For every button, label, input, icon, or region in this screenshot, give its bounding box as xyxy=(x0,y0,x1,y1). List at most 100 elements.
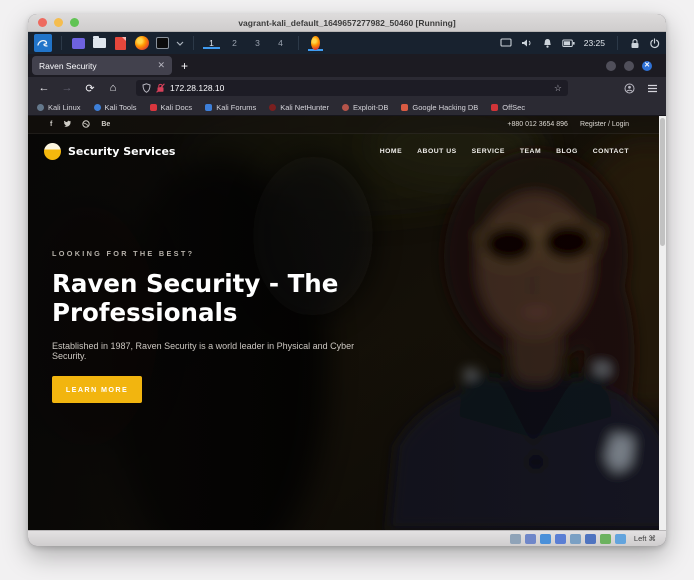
terminal-icon[interactable] xyxy=(155,36,170,51)
notifications-bell-icon[interactable] xyxy=(542,38,553,49)
shared-folders-icon[interactable] xyxy=(585,534,596,544)
vm-window-title: vagrant-kali_default_1649657277982_50460… xyxy=(28,18,666,28)
minimize-window-button[interactable] xyxy=(606,61,616,71)
social-links: f Be xyxy=(50,120,110,130)
offsec-favicon xyxy=(491,104,498,111)
kali-docs-favicon xyxy=(150,104,157,111)
url-bar[interactable]: 172.28.128.10 ☆ xyxy=(136,80,568,96)
window-controls: ✕ xyxy=(606,61,652,71)
kali-linux-favicon xyxy=(37,104,44,111)
facebook-icon[interactable]: f xyxy=(50,121,52,128)
nav-service[interactable]: SERVICE xyxy=(472,148,505,155)
optical-drive-icon[interactable] xyxy=(525,534,536,544)
nav-contact[interactable]: CONTACT xyxy=(593,148,629,155)
kali-tools-favicon xyxy=(94,104,101,111)
maximize-window-button[interactable] xyxy=(624,61,634,71)
divider xyxy=(298,36,299,50)
power-icon[interactable] xyxy=(649,38,660,49)
vbox-status-bar: Left ⌘ xyxy=(28,530,666,546)
firefox-toolbar: ← → ⟳ ⌂ 172.28.128.10 ☆ xyxy=(28,77,666,99)
page-scrollbar[interactable] xyxy=(659,116,666,530)
nav-home[interactable]: HOME xyxy=(380,148,402,155)
divider xyxy=(193,36,194,50)
kali-dragon-icon xyxy=(37,37,49,49)
tab-close-icon[interactable]: ✕ xyxy=(157,60,165,71)
file-manager-icon[interactable] xyxy=(92,36,107,51)
hero-subtitle: Established in 1987, Raven Security is a… xyxy=(52,341,382,361)
twitter-icon[interactable] xyxy=(63,120,71,129)
lock-screen-icon[interactable] xyxy=(630,38,640,49)
firefox-running-task[interactable] xyxy=(308,36,323,51)
hero-kicker: LOOKING FOR THE BEST? xyxy=(52,249,382,258)
titlebar: vagrant-kali_default_1649657277982_50460… xyxy=(28,14,666,32)
hero-title: Raven Security - The Professionals xyxy=(52,269,362,328)
insecure-lock-icon[interactable] xyxy=(156,83,165,93)
hdd-icon[interactable] xyxy=(510,534,521,544)
battery-icon[interactable] xyxy=(562,39,575,48)
bookmark-google-hacking-db[interactable]: Google Hacking DB xyxy=(401,103,478,112)
workspace-2[interactable]: 2 xyxy=(226,38,243,49)
audio-icon[interactable] xyxy=(540,534,551,544)
account-icon[interactable] xyxy=(624,83,635,94)
kali-menu-button[interactable] xyxy=(34,34,52,52)
site-logo-icon[interactable] xyxy=(44,143,61,160)
bookmark-exploit-db[interactable]: Exploit-DB xyxy=(342,103,388,112)
scrollbar-thumb[interactable] xyxy=(660,118,665,246)
register-login-link[interactable]: Register / Login xyxy=(580,121,629,128)
page-viewport: f Be +880 012 3654 896 Register / Login … xyxy=(28,116,666,530)
home-icon[interactable]: ⌂ xyxy=(105,82,121,94)
bookmark-kali-forums[interactable]: Kali Forums xyxy=(205,103,256,112)
forward-icon[interactable]: → xyxy=(59,82,75,94)
site-topbar: f Be +880 012 3654 896 Register / Login xyxy=(28,116,659,134)
nav-about-us[interactable]: ABOUT US xyxy=(417,148,457,155)
nav-team[interactable]: TEAM xyxy=(520,148,541,155)
url-text[interactable]: 172.28.128.10 xyxy=(170,83,549,93)
divider xyxy=(617,36,618,50)
bookmark-kali-nethunter[interactable]: Kali NetHunter xyxy=(269,103,329,112)
mouse-integration-icon[interactable] xyxy=(615,534,626,544)
bookmark-kali-linux[interactable]: Kali Linux xyxy=(37,103,81,112)
site-header: Security Services HOME ABOUT US SERVICE … xyxy=(28,134,659,168)
menu-hamburger-icon[interactable] xyxy=(647,84,658,93)
kali-taskbar: 1 2 3 4 23:25 xyxy=(28,32,666,54)
google-hacking-db-favicon xyxy=(401,104,408,111)
bookmark-kali-tools[interactable]: Kali Tools xyxy=(94,103,137,112)
back-icon[interactable]: ← xyxy=(36,82,52,94)
kali-forums-favicon xyxy=(205,104,212,111)
divider xyxy=(61,36,62,50)
display-icon[interactable] xyxy=(500,38,512,48)
bookmark-kali-docs[interactable]: Kali Docs xyxy=(150,103,193,112)
text-editor-icon[interactable] xyxy=(113,36,128,51)
learn-more-button[interactable]: LEARN MORE xyxy=(52,376,142,403)
bookmark-star-icon[interactable]: ☆ xyxy=(554,83,562,94)
new-tab-button[interactable]: + xyxy=(181,59,188,73)
exploit-db-favicon xyxy=(342,104,349,111)
dribbble-icon[interactable] xyxy=(82,120,90,130)
reload-icon[interactable]: ⟳ xyxy=(82,82,98,95)
site-brand[interactable]: Security Services xyxy=(68,145,175,158)
workspace-4[interactable]: 4 xyxy=(272,38,289,49)
kali-nethunter-favicon xyxy=(269,104,276,111)
firefox-launcher-icon[interactable] xyxy=(134,36,149,51)
display-icon[interactable] xyxy=(600,534,611,544)
workspace-3[interactable]: 3 xyxy=(249,38,266,49)
tracking-shield-icon[interactable] xyxy=(142,83,151,93)
bookmarks-bar: Kali Linux Kali Tools Kali Docs Kali For… xyxy=(28,99,666,116)
close-window-button[interactable]: ✕ xyxy=(642,61,652,71)
tab-raven-security[interactable]: Raven Security ✕ xyxy=(32,56,172,75)
bookmark-offsec[interactable]: OffSec xyxy=(491,103,525,112)
tab-title: Raven Security xyxy=(39,61,97,71)
chevron-down-icon[interactable] xyxy=(176,39,184,48)
workspace-1[interactable]: 1 xyxy=(203,38,220,49)
nav-blog[interactable]: BLOG xyxy=(556,148,578,155)
host-key-label: Left ⌘ xyxy=(634,534,656,543)
network-icon[interactable] xyxy=(555,534,566,544)
workspace-switcher-icon[interactable] xyxy=(71,36,86,51)
virtualbox-vm-window: vagrant-kali_default_1649657277982_50460… xyxy=(28,14,666,546)
phone-number: +880 012 3654 896 xyxy=(507,121,568,128)
volume-icon[interactable] xyxy=(521,38,533,48)
clock[interactable]: 23:25 xyxy=(584,38,605,48)
usb-icon[interactable] xyxy=(570,534,581,544)
firefox-tab-bar: Raven Security ✕ + ✕ xyxy=(28,54,666,77)
behance-icon[interactable]: Be xyxy=(101,121,110,128)
